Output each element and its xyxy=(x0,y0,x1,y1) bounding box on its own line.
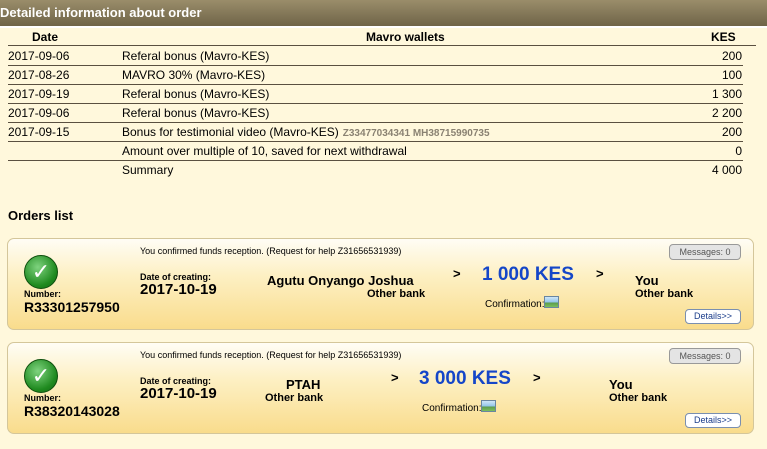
table-row: 2017-09-06 Referal bonus (Mavro-KES) 200 xyxy=(8,47,743,66)
order-number: R33301257950 xyxy=(24,299,120,315)
details-button[interactable]: Details>> xyxy=(685,413,741,428)
confirmation-label: Confirmation: xyxy=(485,299,545,310)
orders-list-title: Orders list xyxy=(8,208,74,223)
row-amount: 1 300 xyxy=(711,87,742,101)
check-icon: ✓ xyxy=(24,255,58,289)
sender-bank: Other bank xyxy=(265,392,324,404)
row-amount: 200 xyxy=(721,49,742,63)
order-number: R38320143028 xyxy=(24,403,120,419)
row-date: 2017-09-15 xyxy=(8,125,70,139)
row-date: 2017-09-19 xyxy=(8,87,70,101)
column-header-amount: KES xyxy=(711,30,736,44)
row-description: Referal bonus (Mavro-KES) xyxy=(122,87,270,101)
confirmation-image-icon[interactable] xyxy=(481,400,497,412)
confirmation: Confirmation: xyxy=(485,296,560,310)
order-number-label: Number: xyxy=(24,289,62,299)
row-description: Bonus for testimonial video (Mavro-KES) Z… xyxy=(122,125,490,139)
order-card: You confirmed funds reception. (Request … xyxy=(7,342,754,434)
date-created: 2017-10-19 xyxy=(140,281,217,298)
arrow-right-icon: > xyxy=(596,266,604,281)
row-description-text: Bonus for testimonial video (Mavro-KES) xyxy=(122,125,339,139)
row-amount: 0 xyxy=(735,144,742,158)
table-row: 2017-08-26 MAVRO 30% (Mavro-KES) 100 xyxy=(8,66,743,85)
row-amount: 200 xyxy=(721,125,742,139)
table-header-divider xyxy=(8,45,756,46)
order-status: You confirmed funds reception. (Request … xyxy=(140,246,402,256)
receiver-bank: Other bank xyxy=(609,392,668,404)
page-title: Detailed information about order xyxy=(0,5,202,20)
sender-name: PTAH xyxy=(286,377,321,392)
order-amount: 3 000 KES xyxy=(419,368,511,389)
receiver-name: You xyxy=(609,377,633,392)
arrow-right-icon: > xyxy=(533,370,541,385)
row-amount: 100 xyxy=(721,68,742,82)
header-bar: Detailed information about order xyxy=(0,0,767,28)
confirmation-image-icon[interactable] xyxy=(544,296,560,308)
summary-amount: 4 000 xyxy=(711,163,742,177)
table-row: 2017-09-19 Referal bonus (Mavro-KES) 1 3… xyxy=(8,85,743,104)
messages-button[interactable]: Messages: 0 xyxy=(669,348,741,364)
row-description: Amount over multiple of 10, saved for ne… xyxy=(122,144,407,158)
row-date: 2017-08-26 xyxy=(8,68,70,82)
column-header-date: Date xyxy=(32,30,59,44)
sender-bank: Other bank xyxy=(367,288,426,300)
receiver-name: You xyxy=(635,273,659,288)
row-description: Referal bonus (Mavro-KES) xyxy=(122,106,270,120)
confirmation-label: Confirmation: xyxy=(422,403,482,414)
date-created: 2017-10-19 xyxy=(140,385,217,402)
order-amount: 1 000 KES xyxy=(482,264,574,285)
row-description: Referal bonus (Mavro-KES) xyxy=(122,49,270,63)
row-date: 2017-09-06 xyxy=(8,49,70,63)
table-row: 2017-09-06 Referal bonus (Mavro-KES) 2 2… xyxy=(8,104,743,123)
order-number-label: Number: xyxy=(24,393,62,403)
row-reference-codes: Z33477034341 MH38715990735 xyxy=(342,128,490,139)
arrow-right-icon: > xyxy=(453,266,461,281)
row-description: MAVRO 30% (Mavro-KES) xyxy=(122,68,266,82)
column-header-wallets: Mavro wallets xyxy=(366,30,445,44)
details-button[interactable]: Details>> xyxy=(685,309,741,324)
messages-button[interactable]: Messages: 0 xyxy=(669,244,741,260)
arrow-right-icon: > xyxy=(391,370,399,385)
table-row: 2017-09-15 Bonus for testimonial video (… xyxy=(8,123,743,142)
row-date: 2017-09-06 xyxy=(8,106,70,120)
confirmation: Confirmation: xyxy=(422,400,497,414)
check-icon: ✓ xyxy=(24,359,58,393)
sender-name: Agutu Onyango Joshua xyxy=(267,273,414,288)
order-status: You confirmed funds reception. (Request … xyxy=(140,350,402,360)
summary-label: Summary xyxy=(122,163,174,177)
receiver-bank: Other bank xyxy=(635,288,694,300)
table-row-summary: Summary 4 000 xyxy=(8,161,743,179)
row-amount: 2 200 xyxy=(711,106,742,120)
order-card: You confirmed funds reception. (Request … xyxy=(7,238,754,330)
table-row-remainder: Amount over multiple of 10, saved for ne… xyxy=(8,142,743,161)
